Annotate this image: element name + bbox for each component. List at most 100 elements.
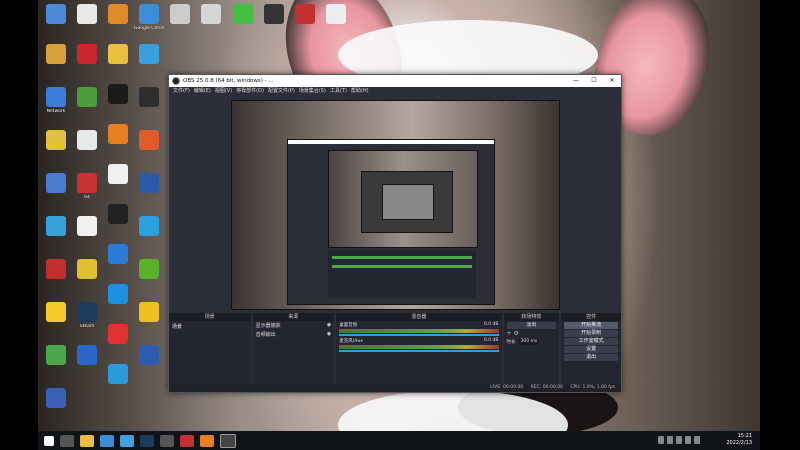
desktop-item[interactable] <box>134 173 164 195</box>
volume-slider[interactable] <box>339 350 499 352</box>
visibility-icon[interactable]: ◉ <box>327 322 331 329</box>
nested-obs-window <box>287 139 495 305</box>
game-taskbar-icon[interactable] <box>180 434 194 447</box>
file-explorer-icon[interactable] <box>80 434 94 447</box>
menu-scene-collection[interactable]: 场景集合(S) <box>299 87 326 96</box>
obs-statusbar: LIVE: 00:00:00 REC: 00:00:00 CPU: 1.0%, … <box>169 384 621 392</box>
volume-slider[interactable] <box>339 334 499 336</box>
start-streaming-button[interactable]: 开始推流 <box>564 322 618 329</box>
minimize-button[interactable]: — <box>567 75 585 87</box>
tray-icon[interactable] <box>667 436 673 444</box>
taskbar-clock[interactable]: 15:21 2022/2/13 <box>726 433 752 447</box>
obs-titlebar[interactable]: OBS 25.0.8 (64 bit, windows) - ... — ☐ ✕ <box>169 75 621 87</box>
desktop-item[interactable] <box>72 216 102 238</box>
source-item[interactable]: 显示器捕获 ◉ <box>253 321 335 330</box>
desktop-icon-label: Network <box>46 109 66 114</box>
desktop-item[interactable] <box>72 345 102 367</box>
desktop-item[interactable]: 64 <box>72 173 102 200</box>
desktop-item[interactable] <box>72 259 102 281</box>
steam-taskbar-icon[interactable] <box>140 434 154 447</box>
desktop-item[interactable] <box>103 124 133 146</box>
desktop-item[interactable] <box>41 4 71 26</box>
desktop-icon <box>201 4 221 24</box>
desktop-item[interactable] <box>134 302 164 324</box>
desktop-item[interactable] <box>72 87 102 109</box>
menu-file[interactable]: 文件(F) <box>173 87 190 96</box>
desktop-item[interactable] <box>103 164 133 186</box>
desktop-item[interactable] <box>72 130 102 152</box>
desktop-item[interactable] <box>41 259 71 281</box>
desktop-item[interactable] <box>72 44 102 66</box>
maximize-button[interactable]: ☐ <box>585 75 603 87</box>
app2-taskbar-icon[interactable] <box>200 434 214 447</box>
desktop-icon <box>264 4 284 24</box>
app-taskbar-icon[interactable] <box>160 434 174 447</box>
desktop-item[interactable] <box>165 4 195 26</box>
tray-icon[interactable] <box>694 436 700 444</box>
browser-taskbar-icon[interactable] <box>120 434 134 447</box>
desktop-item[interactable] <box>41 216 71 238</box>
desktop-item[interactable] <box>228 4 258 26</box>
desktop-item[interactable] <box>103 44 133 66</box>
desktop-item[interactable] <box>134 345 164 367</box>
desktop-item[interactable] <box>41 345 71 367</box>
studio-mode-button[interactable]: 工作室模式 <box>564 338 618 345</box>
scene-item[interactable]: 场景 <box>169 321 251 332</box>
desktop-icon <box>139 44 159 64</box>
start-recording-button[interactable]: 开始录制 <box>564 330 618 337</box>
desktop-item[interactable] <box>134 87 164 109</box>
menu-docks[interactable]: 停靠部件(D) <box>236 87 264 96</box>
obs-window[interactable]: OBS 25.0.8 (64 bit, windows) - ... — ☐ ✕… <box>168 74 622 393</box>
desktop-item[interactable] <box>196 4 226 26</box>
add-transition-icon[interactable]: + <box>507 330 512 337</box>
desktop-item[interactable] <box>259 4 289 26</box>
desktop-item[interactable] <box>134 216 164 238</box>
desktop-item[interactable] <box>41 388 71 410</box>
desktop-item[interactable] <box>103 364 133 386</box>
desktop-item[interactable] <box>103 84 133 106</box>
start-button[interactable] <box>44 435 54 446</box>
search-icon[interactable] <box>60 434 74 447</box>
desktop-icon <box>108 364 128 384</box>
transition-select[interactable]: 淡出 <box>506 322 557 329</box>
desktop-item[interactable] <box>103 324 133 346</box>
desktop-item[interactable] <box>72 4 102 26</box>
duration-input[interactable]: 300 ms <box>518 339 540 345</box>
tray-icon[interactable] <box>658 436 664 444</box>
desktop-item[interactable]: Network <box>41 87 71 114</box>
desktop-item[interactable] <box>134 130 164 152</box>
desktop-item[interactable] <box>103 244 133 266</box>
menu-edit[interactable]: 编辑(E) <box>194 87 211 96</box>
desktop-item[interactable] <box>41 44 71 66</box>
desktop-item[interactable]: Steam <box>72 302 102 329</box>
desktop-item[interactable] <box>103 284 133 306</box>
menu-profile[interactable]: 配置文件(P) <box>268 87 295 96</box>
gear-icon[interactable]: ⚙ <box>513 330 518 337</box>
tray-icon[interactable] <box>676 436 682 444</box>
settings-button[interactable]: 设置 <box>564 346 618 353</box>
desktop-item[interactable]: Google Chrome <box>134 4 164 31</box>
desktop-item[interactable] <box>41 173 71 195</box>
desktop-item[interactable] <box>41 302 71 324</box>
obs-taskbar-icon[interactable] <box>220 433 236 448</box>
chrome-taskbar-icon[interactable] <box>100 434 114 447</box>
desktop-item[interactable] <box>103 4 133 26</box>
desktop-item[interactable] <box>321 4 351 26</box>
menu-tools[interactable]: 工具(T) <box>330 87 347 96</box>
desktop-item[interactable] <box>41 130 71 152</box>
obs-preview[interactable] <box>231 100 560 310</box>
desktop-item[interactable] <box>134 259 164 281</box>
visibility-icon[interactable]: ◉ <box>327 331 331 338</box>
close-button[interactable]: ✕ <box>603 75 621 87</box>
menu-help[interactable]: 帮助(H) <box>351 87 369 96</box>
source-item[interactable]: 音频输出 ◉ <box>253 330 335 339</box>
desktop-item[interactable] <box>134 44 164 66</box>
desktop-item[interactable] <box>103 204 133 226</box>
menu-view[interactable]: 视图(V) <box>215 87 232 96</box>
desktop-item[interactable] <box>290 4 320 26</box>
tray-icon[interactable] <box>685 436 691 444</box>
exit-button[interactable]: 退出 <box>564 354 618 361</box>
desktop-icon <box>77 4 97 24</box>
desktop-icon <box>108 284 128 304</box>
obs-bottom-panels: 场景 场景 + − ∧ ∨ 来源 显示器捕获 ◉ 音频输出 ◉ + − ⚙ <box>169 313 621 392</box>
